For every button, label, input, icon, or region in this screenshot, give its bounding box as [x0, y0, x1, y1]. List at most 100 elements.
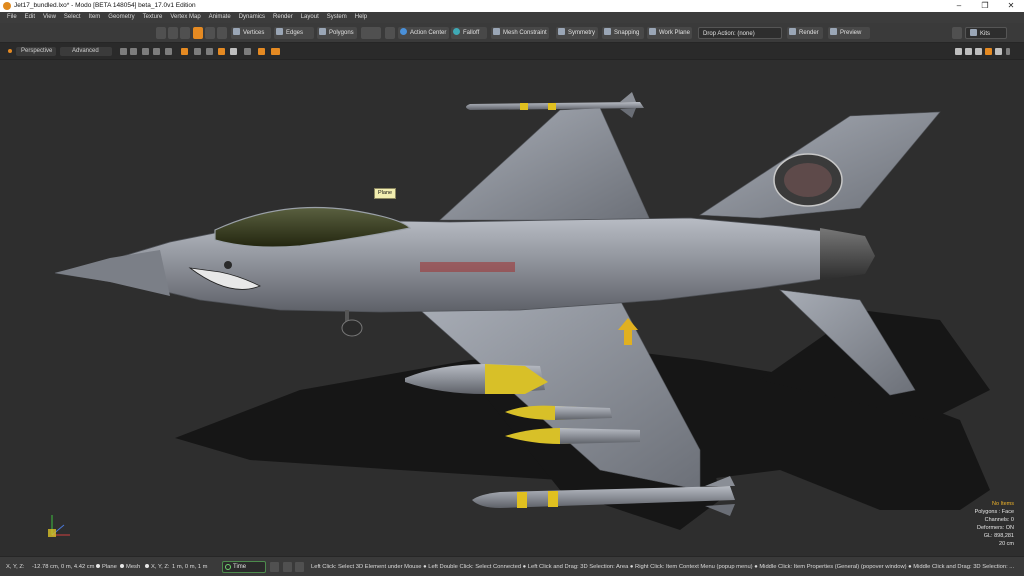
mesh-label: Mesh: [126, 564, 141, 570]
nose-cone: [55, 250, 170, 296]
action-center-button[interactable]: Action Center: [398, 27, 449, 39]
component-mode-icon[interactable]: [205, 27, 215, 39]
menu-edit[interactable]: Edit: [21, 12, 39, 23]
coords2-label: X, Y, Z:: [143, 563, 169, 571]
menu-help[interactable]: Help: [351, 12, 371, 23]
item-mode-icon[interactable]: [217, 27, 227, 39]
minimize-icon[interactable]: –: [946, 0, 972, 12]
3d-viewport[interactable]: Plane: [0, 60, 1024, 556]
title-bar: Jet17_bundled.lxo* - Modo [BETA 148054] …: [0, 0, 1024, 12]
stats-deformers: Deformers: ON: [977, 525, 1014, 531]
texture-icon[interactable]: [165, 48, 172, 55]
graph-editor-icon[interactable]: [295, 562, 304, 572]
menu-bar: File Edit View Select Item Geometry Text…: [0, 12, 1024, 23]
modo-app-icon: [3, 2, 11, 10]
stats-scale: 20 cm: [999, 541, 1014, 547]
plane-indicator: Plane: [94, 563, 117, 571]
backdrop-icon[interactable]: [218, 48, 225, 55]
edges-label: Edges: [286, 30, 304, 36]
close-icon[interactable]: ✕: [998, 0, 1024, 12]
material-mode-dropdown-icon[interactable]: [361, 27, 381, 39]
preview-button[interactable]: Preview: [828, 27, 870, 39]
snapping-button[interactable]: Snapping: [602, 27, 644, 39]
time-button[interactable]: Time: [222, 561, 266, 573]
effects-icon[interactable]: [258, 48, 265, 55]
render-label: Render: [799, 30, 819, 36]
action-center-icon: [400, 28, 407, 35]
landing-gear: [341, 310, 363, 337]
polygons-icon: [319, 28, 326, 35]
menu-layout[interactable]: Layout: [297, 12, 323, 23]
top-missile: [466, 92, 644, 118]
jet-render: [48, 92, 990, 537]
display-options-icon[interactable]: [244, 48, 251, 55]
viewport-header: Perspective Advanced: [0, 43, 1024, 60]
timeline-toggle-icon[interactable]: [270, 562, 279, 572]
engine-nozzle: [820, 228, 875, 280]
symmetry-icon: [558, 28, 565, 35]
symmetry-button[interactable]: Symmetry: [556, 27, 598, 39]
window-title: Jet17_bundled.lxo* - Modo [BETA 148054] …: [14, 2, 196, 9]
auto-select-icon[interactable]: [193, 27, 203, 39]
edges-button[interactable]: Edges: [274, 27, 314, 39]
polygons-button[interactable]: Polygons: [317, 27, 357, 39]
lights-icon[interactable]: [181, 48, 188, 55]
clock-icon: [225, 564, 231, 570]
mesh-indicator: Mesh: [118, 563, 140, 571]
vertices-icon: [233, 28, 240, 35]
vertices-button[interactable]: Vertices: [231, 27, 271, 39]
select-tool-icon[interactable]: [168, 27, 178, 39]
menu-select[interactable]: Select: [60, 12, 85, 23]
fit-view-icon[interactable]: [985, 48, 992, 55]
transform-tool-icon[interactable]: [156, 27, 166, 39]
visibility-icon[interactable]: [206, 48, 213, 55]
mesh-constraint-button[interactable]: Mesh Constraint: [491, 27, 549, 39]
pan-icon[interactable]: [955, 48, 962, 55]
kits-icon: [970, 29, 977, 36]
upper-wing: [439, 107, 651, 221]
shading-dropdown[interactable]: Advanced: [60, 47, 112, 56]
search-icon[interactable]: [952, 27, 962, 39]
move-tool-icon[interactable]: [180, 27, 190, 39]
menu-system[interactable]: System: [323, 12, 351, 23]
menu-texture[interactable]: Texture: [139, 12, 167, 23]
menu-dynamics[interactable]: Dynamics: [235, 12, 269, 23]
viewport-menu-icon[interactable]: [1006, 48, 1010, 55]
rotate-view-icon[interactable]: [965, 48, 972, 55]
menu-geometry[interactable]: Geometry: [104, 12, 138, 23]
viewport-settings-icon[interactable]: [995, 48, 1002, 55]
menu-render[interactable]: Render: [269, 12, 297, 23]
plane-dot-icon: [96, 564, 100, 568]
bounding-box-icon[interactable]: [142, 48, 149, 55]
menu-vertex-map[interactable]: Vertex Map: [166, 12, 204, 23]
menu-animate[interactable]: Animate: [205, 12, 235, 23]
restore-icon[interactable]: ❐: [972, 0, 998, 12]
render-icon: [789, 28, 796, 35]
preview-label: Preview: [840, 30, 862, 36]
zoom-icon[interactable]: [975, 48, 982, 55]
image-icon[interactable]: [230, 48, 237, 55]
work-plane-icon: [649, 28, 656, 35]
dopesheet-icon[interactable]: [283, 562, 292, 572]
menu-file[interactable]: File: [3, 12, 21, 23]
polygons-label: Polygons: [329, 30, 354, 36]
menu-view[interactable]: View: [39, 12, 60, 23]
viewport-stats: No Items Polygons : Face Channels: 0 Def…: [975, 500, 1014, 548]
falloff-button[interactable]: Falloff: [451, 27, 487, 39]
camera-icon[interactable]: [194, 48, 201, 55]
mesh-constraint-label: Mesh Constraint: [503, 30, 547, 36]
rec-icon[interactable]: [271, 48, 280, 55]
work-plane-button[interactable]: Work Plane: [647, 27, 692, 39]
drop-action-dropdown[interactable]: Drop Action: (none): [698, 27, 782, 39]
render-button[interactable]: Render: [787, 27, 823, 39]
mesh-dot-icon: [120, 564, 124, 568]
menu-item[interactable]: Item: [85, 12, 105, 23]
snap-mode-icon[interactable]: [385, 27, 395, 39]
shade-icon[interactable]: [153, 48, 160, 55]
kits-button[interactable]: Kits: [965, 27, 1007, 39]
grid-icon[interactable]: [130, 48, 137, 55]
wireframe-icon[interactable]: [120, 48, 127, 55]
stats-gl: GL: 898,281: [983, 533, 1014, 539]
view-mode-dropdown[interactable]: Perspective: [16, 47, 56, 56]
item-tooltip: Plane: [374, 188, 397, 199]
